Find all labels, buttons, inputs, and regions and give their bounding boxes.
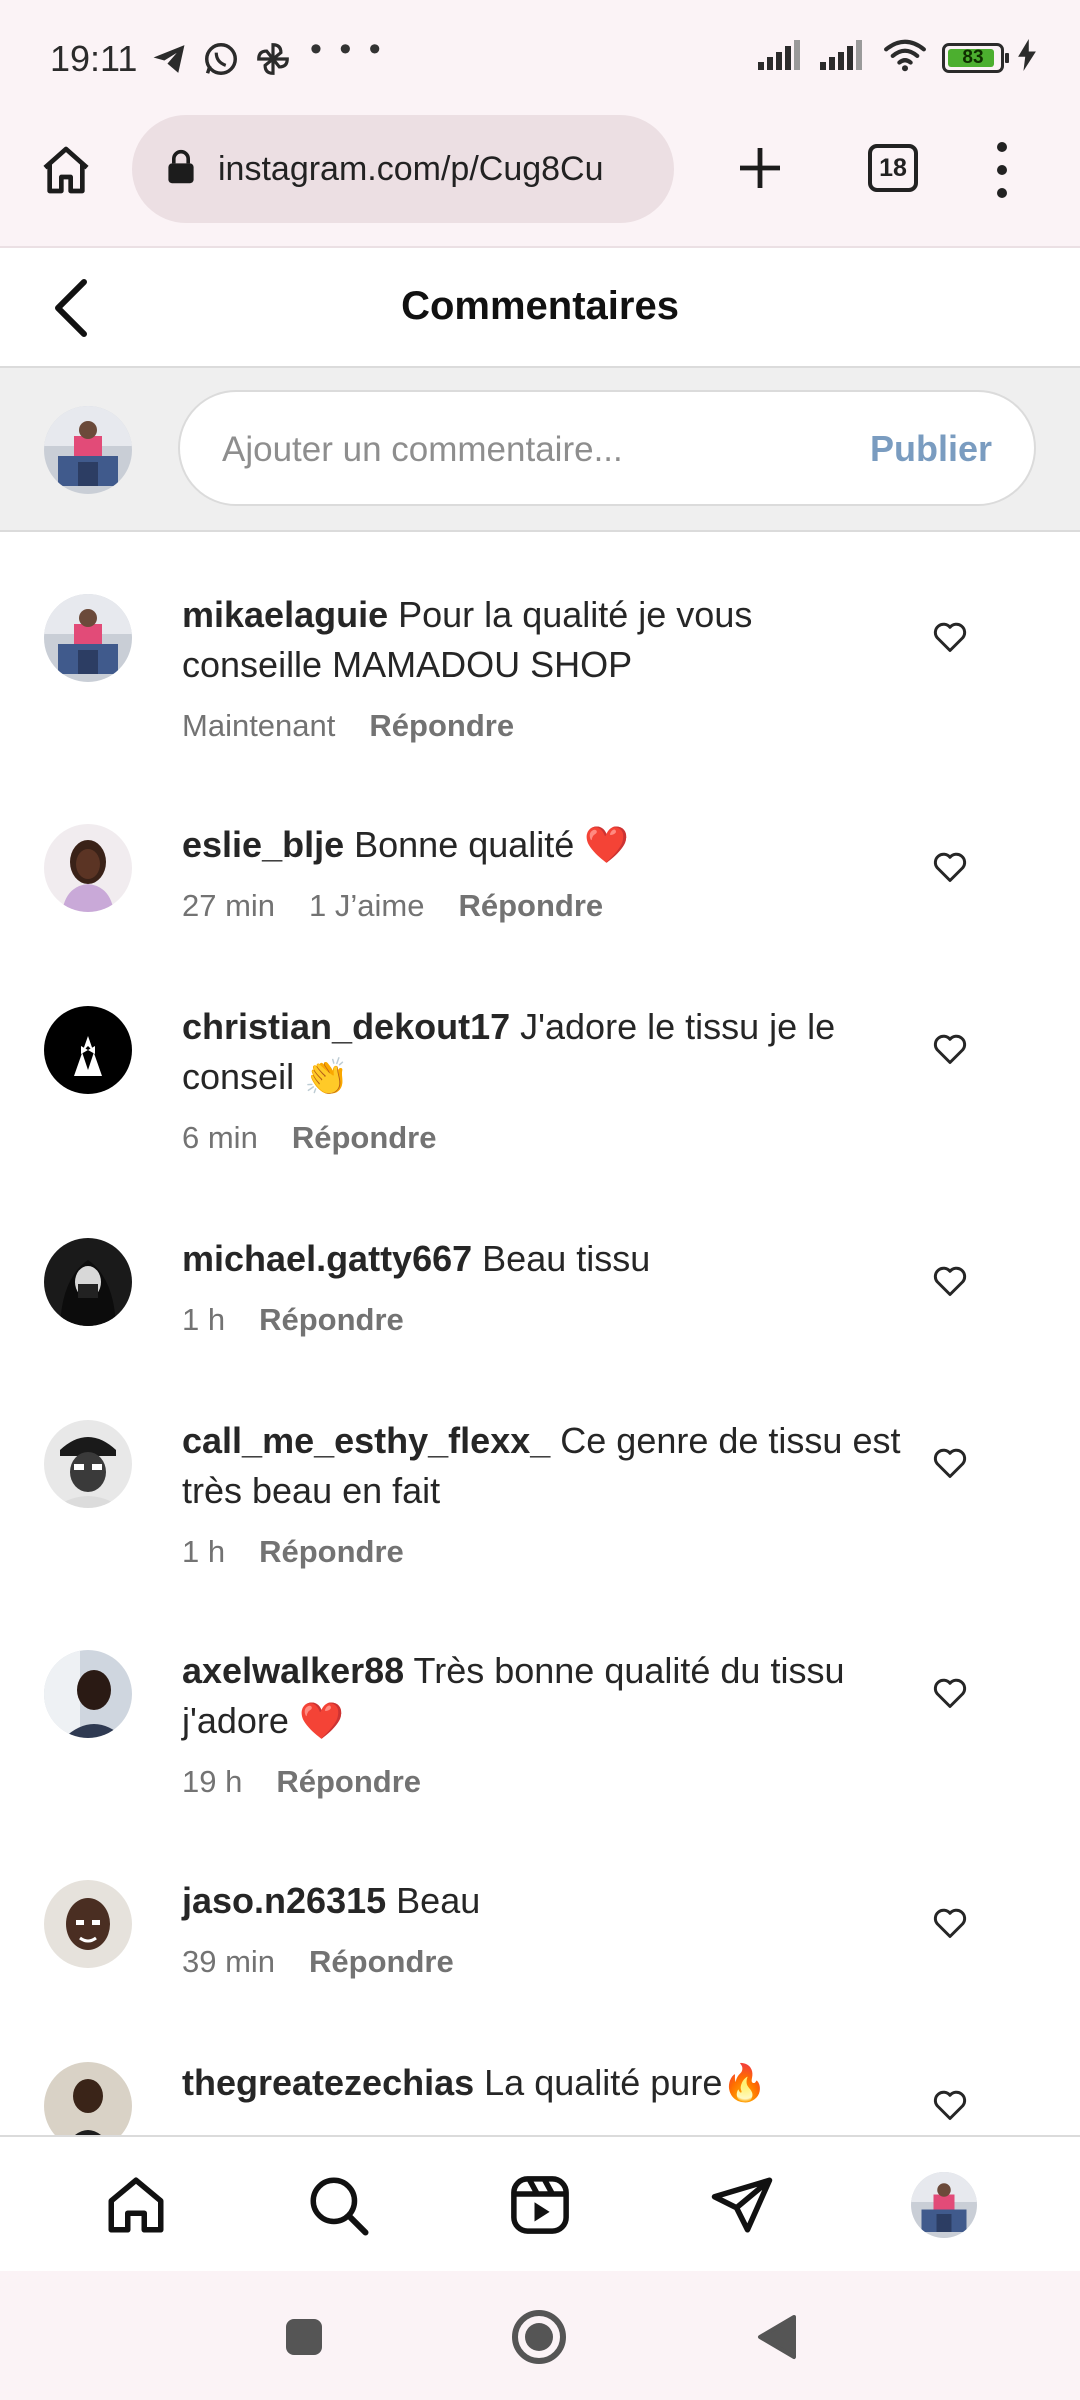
heart-icon[interactable]	[932, 850, 968, 884]
lock-icon	[166, 149, 196, 190]
comment-input[interactable]: Ajouter un commentaire... Publier	[178, 390, 1036, 506]
comment-username[interactable]: eslie_blje	[182, 824, 344, 865]
heart-icon[interactable]	[932, 1446, 968, 1480]
commenter-avatar[interactable]	[44, 1880, 132, 1968]
commenter-avatar[interactable]	[44, 594, 132, 682]
nav-direct-button[interactable]	[706, 2169, 778, 2241]
comment-likes[interactable]: 1 J’aime	[309, 888, 424, 924]
back-triangle-icon	[758, 2315, 796, 2359]
comment-text: Bonne qualité ❤️	[354, 824, 630, 865]
comment-time: 1 h	[182, 1534, 226, 1569]
new-tab-button[interactable]	[732, 140, 788, 196]
commenter-avatar[interactable]	[44, 824, 132, 912]
comment-username[interactable]: call_me_esthy_flexx_	[182, 1420, 550, 1461]
browser-home-button[interactable]	[36, 140, 96, 200]
reply-button[interactable]: Répondre	[309, 1944, 454, 1980]
system-home-button[interactable]	[511, 2309, 567, 2365]
battery-icon: 83	[942, 42, 1009, 73]
recents-icon	[286, 2319, 322, 2355]
kebab-dot	[997, 165, 1007, 175]
publish-button[interactable]: Publier	[870, 428, 992, 470]
nav-search-button[interactable]	[302, 2169, 374, 2241]
recents-button[interactable]	[276, 2309, 332, 2365]
comment-time: 27 min	[182, 888, 276, 923]
reply-button[interactable]: Répondre	[276, 1764, 421, 1800]
tab-switcher-button[interactable]: 18	[868, 144, 918, 192]
status-time: 19:11	[50, 38, 138, 79]
system-navigation-bar	[0, 2271, 1080, 2400]
heart-icon[interactable]	[932, 1264, 968, 1298]
page-header: Commentaires	[0, 248, 1080, 368]
comment-username[interactable]: jaso.n26315	[182, 1880, 386, 1921]
page-title: Commentaires	[401, 284, 679, 328]
status-bar: 19:11 • • • 83	[0, 0, 1080, 112]
nav-reels-button[interactable]	[504, 2169, 576, 2241]
system-back-button[interactable]	[748, 2309, 804, 2365]
commenter-avatar[interactable]	[44, 1238, 132, 1326]
home-icon	[43, 146, 89, 194]
comment-username[interactable]: thegreatezechias	[182, 2062, 474, 2103]
comment-username[interactable]: christian_dekout17	[182, 1006, 510, 1047]
reply-button[interactable]: Répondre	[369, 708, 514, 744]
instagram-bottom-nav	[0, 2135, 1080, 2271]
heart-icon[interactable]	[932, 620, 968, 654]
url-text: instagram.com/p/Cug8Cu	[218, 149, 604, 188]
pinwheel-icon	[254, 40, 292, 78]
comment-username[interactable]: axelwalker88	[182, 1650, 404, 1691]
signal-icon	[820, 40, 868, 75]
comment-time: 19 h	[182, 1764, 243, 1799]
kebab-dot	[997, 188, 1007, 198]
commenter-avatar[interactable]	[44, 2062, 132, 2135]
charging-icon	[1018, 39, 1036, 76]
comment-username[interactable]: mikaelaguie	[182, 594, 388, 635]
nav-profile-button[interactable]	[908, 2169, 980, 2241]
address-bar[interactable]: instagram.com/p/Cug8Cu	[132, 115, 674, 223]
whatsapp-icon	[202, 40, 240, 78]
browser-menu-button[interactable]	[990, 142, 1014, 198]
reply-button[interactable]: Répondre	[259, 1534, 404, 1570]
comment-text: Beau	[396, 1880, 481, 1921]
telegram-icon	[150, 42, 188, 76]
browser-toolbar: instagram.com/p/Cug8Cu 18	[0, 112, 1080, 248]
current-user-avatar	[44, 406, 132, 494]
more-notifications-dots: • • •	[310, 30, 385, 68]
nav-home-button[interactable]	[100, 2169, 172, 2241]
heart-icon[interactable]	[932, 2088, 968, 2122]
comment-text: La qualité pure🔥	[484, 2062, 768, 2103]
heart-icon[interactable]	[932, 1676, 968, 1710]
comment-time: 1 h	[182, 1302, 226, 1337]
plus-icon	[740, 148, 780, 188]
commenter-avatar[interactable]	[44, 1650, 132, 1738]
heart-icon[interactable]	[932, 1906, 968, 1940]
reply-button[interactable]: Répondre	[458, 888, 603, 924]
comment-input-placeholder: Ajouter un commentaire...	[222, 430, 623, 469]
reels-icon	[511, 2176, 569, 2234]
commenter-avatar[interactable]	[44, 1420, 132, 1508]
comment-username[interactable]: michael.gatty667	[182, 1238, 472, 1279]
kebab-dot	[997, 142, 1007, 152]
heart-icon[interactable]	[932, 1032, 968, 1066]
profile-avatar	[911, 2172, 977, 2238]
comment-time: 39 min	[182, 1944, 276, 1979]
direct-icon	[711, 2177, 773, 2233]
comment-composer: Ajouter un commentaire... Publier	[0, 368, 1080, 532]
search-icon	[310, 2177, 369, 2236]
reply-button[interactable]: Répondre	[259, 1302, 404, 1338]
home-icon	[108, 2177, 164, 2233]
comment-list[interactable]: mikaelaguie Pour la qualité je vous cons…	[0, 532, 1080, 2135]
commenter-avatar[interactable]	[44, 1006, 132, 1094]
comment-time: Maintenant	[182, 708, 336, 743]
signal-icon	[758, 40, 806, 75]
wifi-icon	[882, 38, 928, 77]
home-circle-icon	[512, 2310, 566, 2364]
comment-time: 6 min	[182, 1120, 258, 1155]
battery-level: 83	[962, 46, 984, 68]
comment-text: Beau tissu	[482, 1238, 651, 1279]
reply-button[interactable]: Répondre	[292, 1120, 437, 1156]
